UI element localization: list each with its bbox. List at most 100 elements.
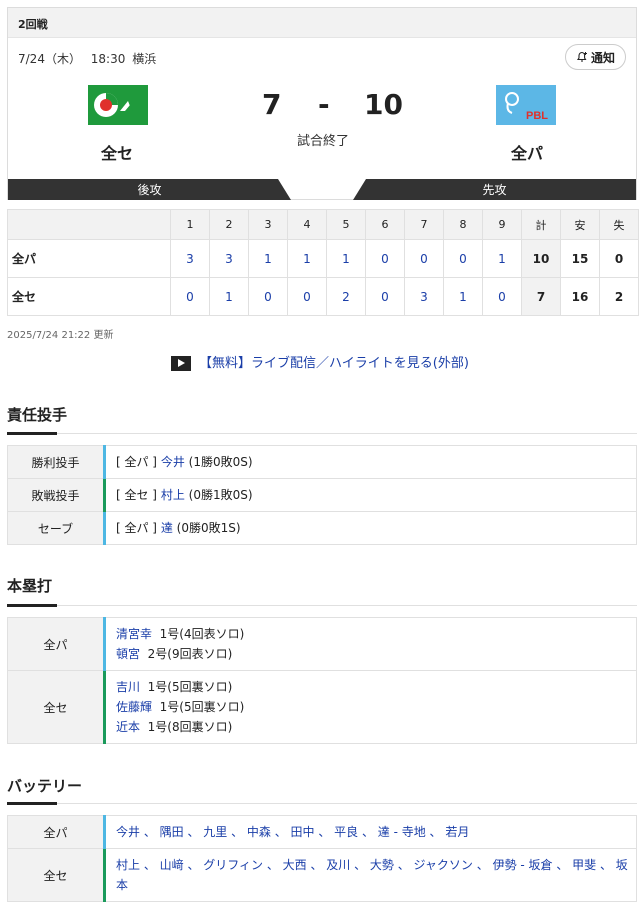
inning-header: 6 <box>365 209 405 240</box>
pacific-league-logo: PBL <box>496 85 556 125</box>
homerun-detail: 1号(4回表ソロ) <box>159 627 245 641</box>
inning-score[interactable]: 3 <box>209 239 249 278</box>
homerun-team: 全パ <box>7 617 105 671</box>
linescore-table: 1 2 3 4 5 6 7 8 9 計 安 失 全パ 3 3 1 1 1 0 0… <box>7 209 639 316</box>
pbl-logo-text: PBL <box>526 110 548 122</box>
linescore-header-row: 1 2 3 4 5 6 7 8 9 計 安 失 <box>7 209 639 240</box>
inning-header: 7 <box>404 209 444 240</box>
homerun-entry: 清宮幸 1号(4回表ソロ) <box>116 624 628 644</box>
pitcher-team: [ 全パ ] <box>116 521 157 535</box>
section-divider <box>7 604 637 607</box>
home-side-label: 後攻 <box>8 179 291 200</box>
batter-name-link[interactable]: 吉川 <box>116 680 140 694</box>
homerun-detail: 1号(8回裏ソロ) <box>147 720 233 734</box>
inning-header: 2 <box>209 209 249 240</box>
pitcher-name-link[interactable]: 達 <box>161 521 173 535</box>
central-league-logo <box>88 85 148 125</box>
battery-table: 全パ 今井 、 隅田 、 九里 、 中森 、 田中 、 平良 、 達 - 寺地 … <box>7 815 637 902</box>
notify-label: 通知 <box>590 50 615 65</box>
inning-score[interactable]: 2 <box>326 277 366 316</box>
hits-header: 安 <box>560 209 600 240</box>
pitcher-name-link[interactable]: 今井 <box>161 455 185 469</box>
inning-score[interactable]: 0 <box>443 239 483 278</box>
inning-score[interactable]: 0 <box>248 277 288 316</box>
inning-header: 1 <box>170 209 210 240</box>
homerun-entry: 近本 1号(8回裏ソロ) <box>116 717 628 737</box>
inning-score[interactable]: 3 <box>404 277 444 316</box>
total-errors: 2 <box>599 277 639 316</box>
batter-name-link[interactable]: 佐藤輝 <box>116 700 152 714</box>
battery-row: 全セ 村上 、 山﨑 、 グリフィン 、 大西 、 及川 、 大勢 、 ジャクソ… <box>7 848 637 902</box>
batter-name-link[interactable]: 清宮幸 <box>116 627 152 641</box>
inning-score[interactable]: 0 <box>170 277 210 316</box>
inning-header: 5 <box>326 209 366 240</box>
inning-score[interactable]: 1 <box>287 239 327 278</box>
battery-team: 全パ <box>7 815 105 849</box>
pitcher-record: (1勝0敗0S) <box>188 455 253 469</box>
linescore-team: 全パ <box>7 239 171 278</box>
total-hits: 15 <box>560 239 600 278</box>
inning-score[interactable]: 0 <box>287 277 327 316</box>
homerun-row: 全パ 清宮幸 1号(4回表ソロ) 頓宮 2号(9回表ソロ) <box>7 617 637 671</box>
game-header: 2回戦 7/24（木） 18:30 横浜 通知 PBL 7 - 10 試合終了 … <box>7 7 637 200</box>
game-time: 18:30 <box>90 52 126 66</box>
homeruns-table: 全パ 清宮幸 1号(4回表ソロ) 頓宮 2号(9回表ソロ) 全セ 吉川 1号(5… <box>7 617 637 744</box>
score-separator: - <box>318 88 330 121</box>
pitcher-role: 敗戦投手 <box>7 478 105 512</box>
pitcher-role: セーブ <box>7 511 105 545</box>
batter-name-link[interactable]: 近本 <box>116 720 140 734</box>
notify-button[interactable]: 通知 <box>564 44 626 70</box>
inning-score[interactable]: 3 <box>170 239 210 278</box>
battery-players[interactable]: 村上 、 山﨑 、 グリフィン 、 大西 、 及川 、 大勢 、 ジャクソン 、… <box>103 848 637 902</box>
homerun-entry: 頓宮 2号(9回表ソロ) <box>116 644 628 664</box>
play-icon <box>171 356 192 371</box>
live-stream-link[interactable]: 【無料】ライブ配信／ハイライトを見る(外部) <box>0 352 640 371</box>
pitcher-row: セーブ [ 全パ ] 達 (0勝0敗1S) <box>7 511 637 545</box>
homerun-detail: 1号(5回裏ソロ) <box>147 680 233 694</box>
round-label: 2回戦 <box>8 8 636 38</box>
inning-score[interactable]: 0 <box>404 239 444 278</box>
homerun-cell: 清宮幸 1号(4回表ソロ) 頓宮 2号(9回表ソロ) <box>103 617 637 671</box>
game-meta: 7/24（木） 18:30 横浜 <box>18 50 156 67</box>
battery-players[interactable]: 今井 、 隅田 、 九里 、 中森 、 田中 、 平良 、 達 - 寺地 、 若… <box>103 815 637 849</box>
homerun-cell: 吉川 1号(5回裏ソロ) 佐藤輝 1号(5回裏ソロ) 近本 1号(8回裏ソロ) <box>103 670 637 744</box>
homerun-detail: 2号(9回表ソロ) <box>147 647 233 661</box>
pitcher-row: 敗戦投手 [ 全セ ] 村上 (0勝1敗0S) <box>7 478 637 512</box>
updated-timestamp: 2025/7/24 21:22 更新 <box>7 330 114 341</box>
away-team-name: 全パ <box>510 144 543 163</box>
linescore-header-blank <box>7 209 171 240</box>
inning-score[interactable]: 0 <box>482 277 522 316</box>
inning-score[interactable]: 1 <box>326 239 366 278</box>
battery-team: 全セ <box>7 848 105 902</box>
game-date: 7/24（木） <box>18 52 81 66</box>
home-score: 7 <box>262 88 282 121</box>
inning-score[interactable]: 1 <box>209 277 249 316</box>
pitcher-team: [ 全セ ] <box>116 488 157 502</box>
homerun-entry: 佐藤輝 1号(5回裏ソロ) <box>116 697 628 717</box>
pitcher-record: (0勝0敗1S) <box>176 521 241 535</box>
live-link-label: 【無料】ライブ配信／ハイライトを見る(外部) <box>199 356 469 371</box>
battery-row: 全パ 今井 、 隅田 、 九里 、 中森 、 田中 、 平良 、 達 - 寺地 … <box>7 815 637 849</box>
inning-score[interactable]: 0 <box>365 277 405 316</box>
inning-score[interactable]: 1 <box>482 239 522 278</box>
away-side-label: 先攻 <box>353 179 636 200</box>
inning-score[interactable]: 1 <box>248 239 288 278</box>
total-errors: 0 <box>599 239 639 278</box>
batter-name-link[interactable]: 頓宮 <box>116 647 140 661</box>
inning-score[interactable]: 1 <box>443 277 483 316</box>
inning-header: 8 <box>443 209 483 240</box>
pitcher-row: 勝利投手 [ 全パ ] 今井 (1勝0敗0S) <box>7 445 637 479</box>
pitcher-role: 勝利投手 <box>7 445 105 479</box>
section-title-pitchers: 責任投手 <box>7 406 68 424</box>
pitcher-name-link[interactable]: 村上 <box>161 488 185 502</box>
total-runs: 7 <box>521 277 561 316</box>
pitcher-record: (0勝1敗0S) <box>188 488 253 502</box>
section-title-battery: バッテリー <box>7 777 83 795</box>
inning-score[interactable]: 0 <box>365 239 405 278</box>
total-hits: 16 <box>560 277 600 316</box>
section-divider <box>7 802 637 805</box>
game-venue: 横浜 <box>132 52 157 66</box>
home-team-name: 全セ <box>101 144 134 163</box>
homerun-entry: 吉川 1号(5回裏ソロ) <box>116 677 628 697</box>
bell-plus-icon <box>576 51 587 62</box>
